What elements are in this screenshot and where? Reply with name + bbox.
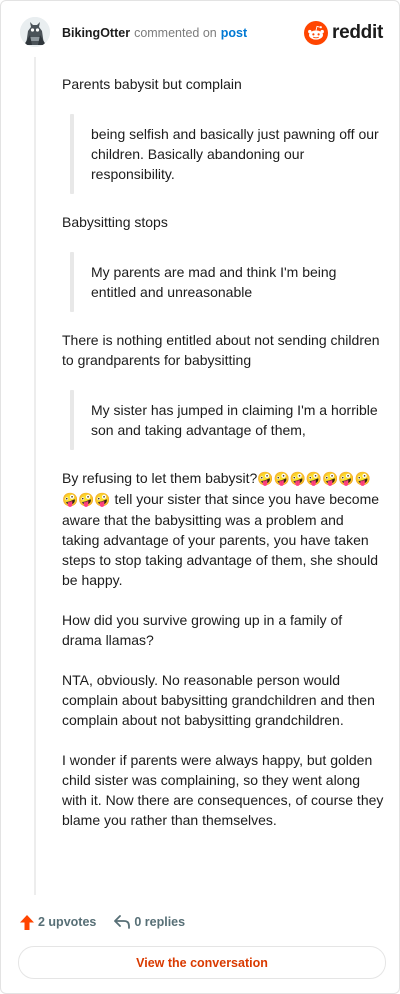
blockquote: My parents are mad and think I'm being e… (70, 252, 384, 312)
reddit-wordmark: reddit (332, 22, 383, 43)
thread-line (34, 57, 36, 895)
otter-avatar-icon (20, 17, 50, 47)
view-conversation-button[interactable]: View the conversation (18, 946, 386, 979)
byline-action: commented on (134, 26, 217, 40)
quote-text: being selfish and basically just pawning… (91, 126, 379, 182)
upvote-arrow-icon (20, 914, 34, 930)
blockquote: My sister has jumped in claiming I'm a h… (70, 390, 384, 450)
comment-paragraph: Babysitting stops (62, 214, 168, 230)
comment-footer: 2 upvotes 0 replies (20, 911, 203, 933)
comment-card: BikingOtter commented on post reddit Paren… (0, 0, 400, 994)
post-link[interactable]: post (221, 26, 247, 40)
comment-paragraph: NTA, obviously. No reasonable person wou… (62, 672, 375, 728)
upvote-stat[interactable]: 2 upvotes (20, 914, 97, 930)
comment-paragraph: How did you survive growing up in a fami… (62, 612, 343, 648)
comment-byline: BikingOtter commented on post (62, 26, 247, 41)
upvote-count: 2 upvotes (38, 915, 97, 929)
comment-header: BikingOtter commented on post reddit (20, 17, 383, 51)
comment-paragraph: By refusing to let them babysit?🤪🤪🤪🤪🤪🤪🤪🤪… (62, 468, 384, 590)
reply-arrow-icon (114, 915, 131, 929)
username[interactable]: BikingOtter (62, 26, 130, 40)
comment-paragraph: Parents babysit but complain (62, 76, 242, 92)
reddit-brand[interactable]: reddit (304, 20, 383, 46)
comment-paragraph: There is nothing entitled about not send… (62, 332, 380, 368)
comment-body: Parents babysit but complain being selfi… (62, 74, 384, 850)
quote-text: My parents are mad and think I'm being e… (91, 264, 337, 300)
quote-text: My sister has jumped in claiming I'm a h… (91, 402, 378, 438)
reply-count: 0 replies (134, 915, 186, 929)
blockquote: being selfish and basically just pawning… (70, 114, 384, 194)
reply-stat[interactable]: 0 replies (114, 915, 185, 929)
paragraph-lead: By refusing to let them babysit? (62, 470, 258, 486)
comment-paragraph: I wonder if parents were always happy, b… (62, 752, 384, 828)
user-avatar[interactable] (20, 17, 50, 47)
reddit-logo-icon (304, 21, 329, 45)
